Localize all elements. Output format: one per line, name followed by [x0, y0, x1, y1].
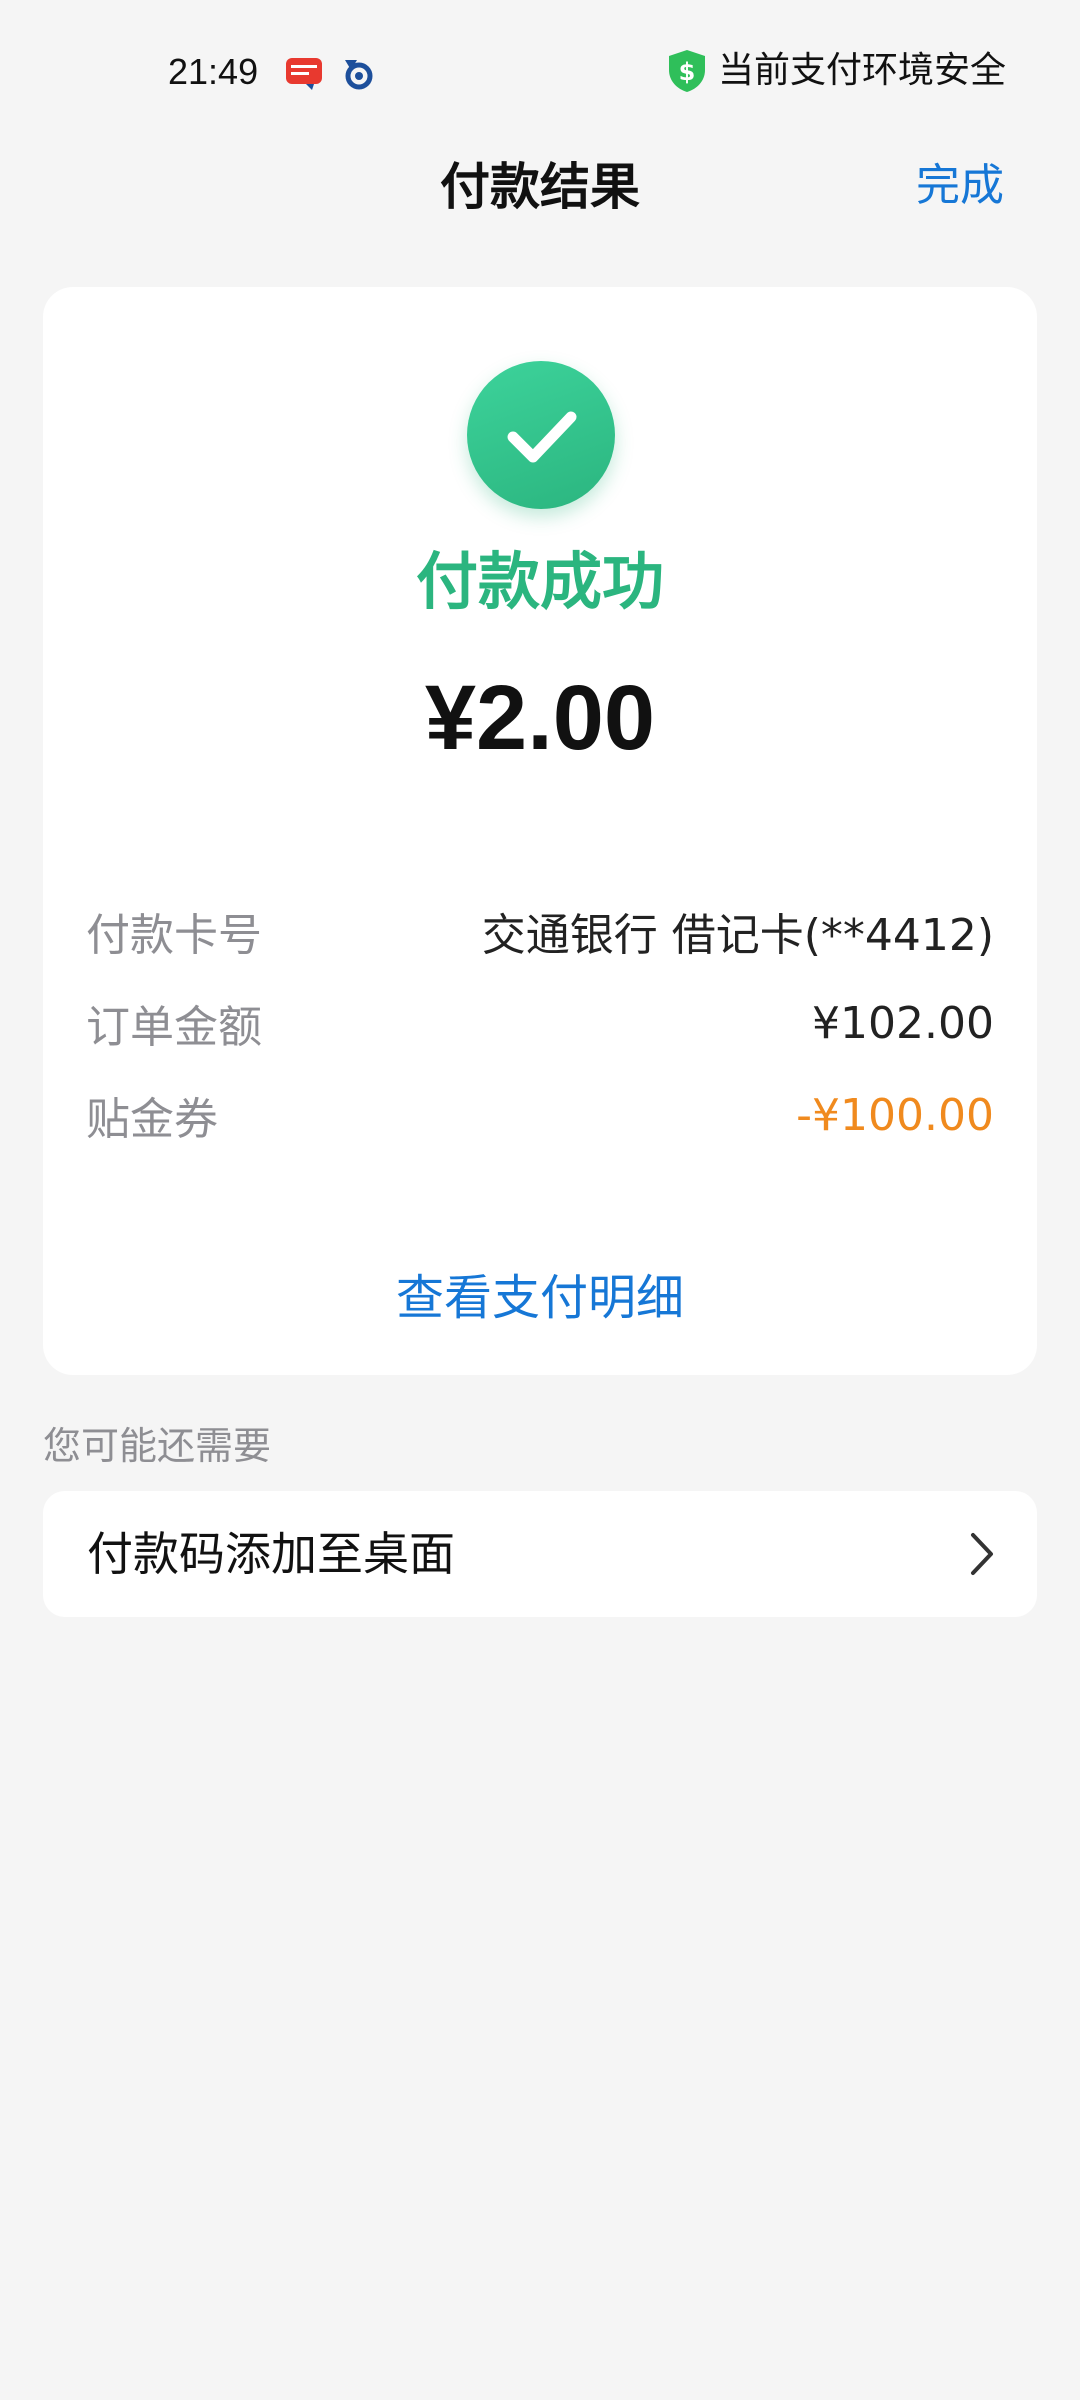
check-circle-icon [467, 361, 615, 509]
chevron-right-icon [971, 1533, 993, 1575]
svg-text:$: $ [679, 58, 696, 86]
checkmark-icon [507, 411, 577, 463]
detail-value: ¥102.00 [812, 997, 994, 1049]
detail-row-order-amount: 订单金额 ¥102.00 [86, 977, 994, 1069]
payment-result-card: 付款成功 ¥2.00 付款卡号 交通银行 借记卡(**4412) 订单金额 ¥1… [43, 287, 1037, 1375]
payment-amount: ¥2.00 [424, 667, 656, 769]
coupon-discount-value: -¥100.00 [796, 1089, 994, 1141]
payment-security-indicator: $ 当前支付环境安全 [666, 46, 1006, 96]
cloud-pay-notification-icon [286, 58, 322, 90]
security-status-text: 当前支付环境安全 [717, 50, 1006, 91]
view-payment-details-link[interactable]: 查看支付明细 [43, 1263, 1037, 1333]
detail-label: 贴金券 [86, 1094, 218, 1145]
payment-detail-list: 付款卡号 交通银行 借记卡(**4412) 订单金额 ¥102.00 贴金券 -… [86, 885, 994, 1161]
page-header: 付款结果 完成 [0, 140, 1080, 240]
payment-status-text: 付款成功 [415, 545, 664, 618]
shield-dollar-icon: $ [668, 50, 705, 92]
detail-row-card: 付款卡号 交通银行 借记卡(**4412) [86, 885, 994, 977]
detail-value: 交通银行 借记卡(**4412) [481, 910, 994, 961]
detail-label: 付款卡号 [86, 910, 262, 961]
status-bar: 21:49 $ 当前支付环境安全 [0, 0, 1080, 140]
list-item-label: 付款码添加至桌面 [87, 1527, 455, 1581]
add-pay-code-to-desktop-item[interactable]: 付款码添加至桌面 [43, 1491, 1037, 1617]
detail-row-coupon: 贴金券 -¥100.00 [86, 1069, 994, 1161]
detail-label: 订单金额 [86, 1002, 262, 1053]
status-time: 21:49 [168, 51, 259, 92]
done-button[interactable]: 完成 [916, 154, 1004, 218]
bank-app-notification-icon [345, 60, 373, 90]
suggestions-section-title: 您可能还需要 [43, 1424, 272, 1468]
